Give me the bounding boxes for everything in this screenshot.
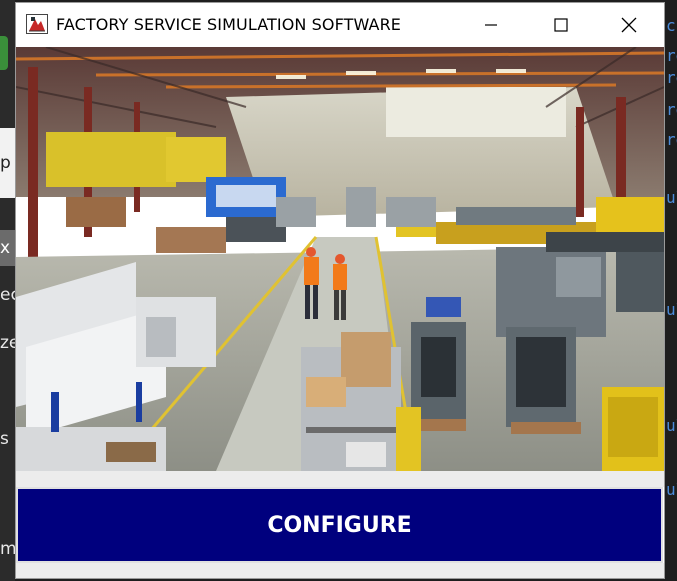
minimize-icon	[485, 24, 497, 26]
window-title: FACTORY SERVICE SIMULATION SOFTWARE	[56, 15, 402, 34]
background-text-fragment: ul	[666, 300, 677, 319]
background-app-right: c re re re re ul ul ul ul	[665, 0, 677, 581]
background-text-fragment: re	[666, 68, 677, 87]
button-area-top-strip	[16, 471, 664, 487]
background-text-fragment: ec	[0, 285, 15, 305]
background-text-fragment: ul	[666, 416, 677, 435]
background-text-fragment: ze	[0, 333, 15, 353]
button-area-bottom-strip	[16, 563, 664, 578]
background-text-fragment: ul	[666, 480, 677, 499]
close-button[interactable]	[594, 3, 664, 47]
app-logo-icon	[26, 14, 48, 34]
background-app-left: p x ec ze s m	[0, 0, 15, 581]
background-text-fragment: re	[666, 46, 677, 65]
factory-floor-image	[16, 47, 664, 471]
background-text-fragment: s	[0, 429, 9, 449]
background-app-chip	[0, 36, 8, 70]
title-bar[interactable]: FACTORY SERVICE SIMULATION SOFTWARE	[16, 3, 664, 47]
background-text-fragment: ul	[666, 188, 677, 207]
configure-button[interactable]: CONFIGURE	[16, 487, 663, 563]
background-text-fragment: x	[0, 230, 15, 266]
maximize-button[interactable]	[526, 3, 596, 47]
background-text-fragment: p	[0, 128, 15, 198]
minimize-button[interactable]	[456, 3, 526, 47]
maximize-icon	[554, 18, 568, 32]
background-text-fragment: re	[666, 130, 677, 149]
close-icon	[621, 17, 637, 33]
app-window: FACTORY SERVICE SIMULATION SOFTWARE CONF…	[15, 2, 665, 579]
background-text-fragment: c	[666, 16, 676, 35]
background-text-fragment: re	[666, 100, 677, 119]
background-text-fragment: m	[0, 539, 15, 559]
